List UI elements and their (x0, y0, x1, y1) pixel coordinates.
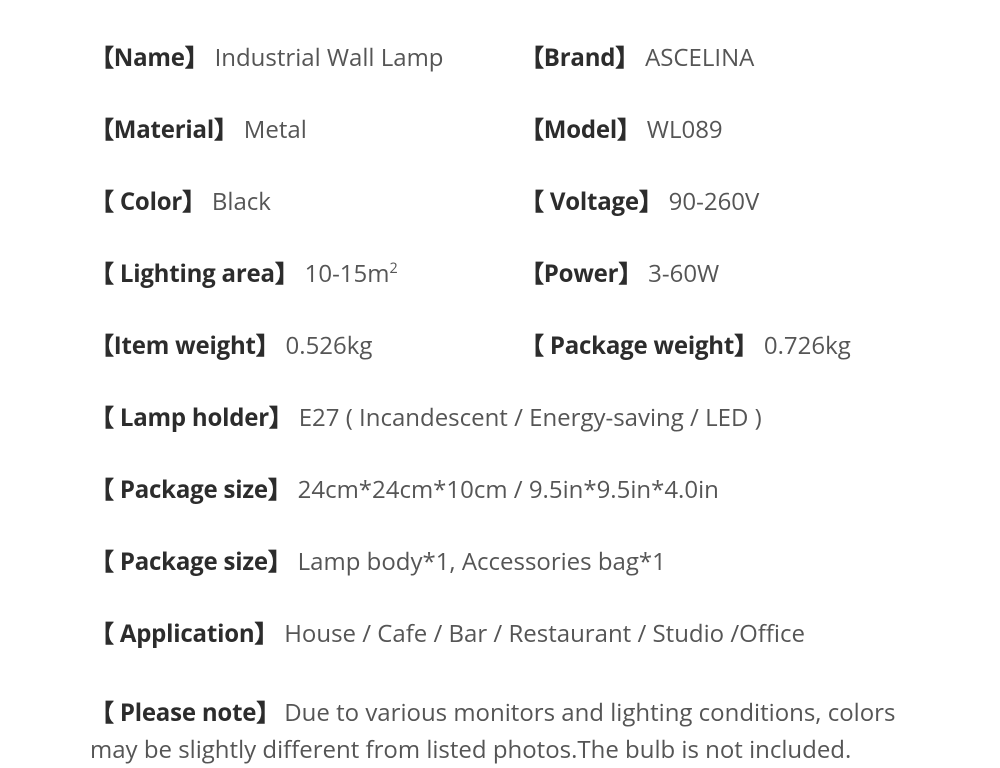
package-size-value: 24cm*24cm*10cm / 9.5in*9.5in*4.0in (298, 473, 719, 506)
power-value: 3-60W (648, 257, 719, 290)
please-note-label: 【 Please note】 (90, 696, 280, 729)
power-label: 【Power】 (520, 254, 642, 290)
lighting-area-label: 【 Lighting area】 (90, 254, 299, 290)
item-weight-value: 0.526kg (286, 329, 373, 362)
package-weight-value: 0.726kg (764, 329, 851, 362)
package-size-label: 【 Package size】 (90, 470, 292, 506)
voltage-value: 90-260V (669, 185, 760, 218)
name-value: Industrial Wall Lamp (215, 41, 444, 74)
material-label: 【Material】 (90, 110, 238, 146)
application-value: House / Cafe / Bar / Restaurant / Studio… (284, 617, 805, 650)
package-contents-label: 【 Package size】 (90, 542, 292, 578)
voltage-label: 【 Voltage】 (520, 182, 663, 218)
lighting-area-value: 10-15m2 (305, 257, 398, 290)
package-weight-label: 【 Package weight】 (520, 326, 758, 362)
brand-label: 【Brand】 (520, 38, 639, 74)
brand-value: ASCELINA (645, 41, 754, 74)
material-value: Metal (244, 113, 307, 146)
model-value: WL089 (647, 113, 723, 146)
package-contents-value: Lamp body*1, Accessories bag*1 (298, 545, 666, 578)
model-label: 【Model】 (520, 110, 641, 146)
application-label: 【 Application】 (90, 614, 278, 650)
color-label: 【 Color】 (90, 182, 206, 218)
lamp-holder-value: E27 ( Incandescent / Energy-saving / LED… (299, 401, 762, 434)
color-value: Black (212, 185, 271, 218)
lamp-holder-label: 【 Lamp holder】 (90, 398, 293, 434)
item-weight-label: 【Item weight】 (90, 326, 280, 362)
please-note-block: 【 Please note】 Due to various monitors a… (90, 694, 910, 768)
name-label: 【Name】 (90, 38, 209, 74)
